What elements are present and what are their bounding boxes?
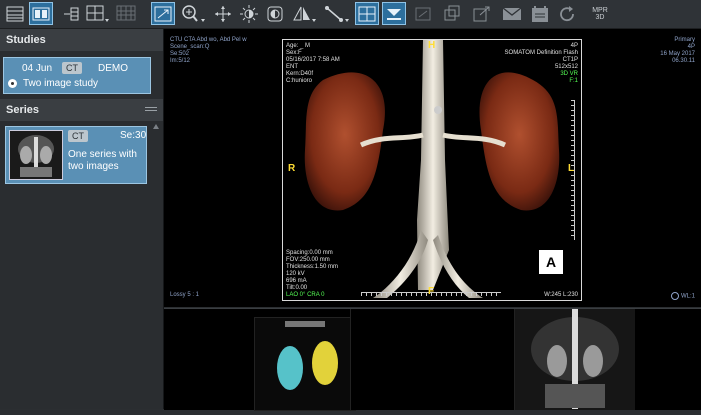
pan-icon[interactable]	[212, 2, 234, 25]
main-viewport[interactable]: CTU CTA Abd wo, Abd Pel w Scene_scan:Q S…	[164, 29, 701, 307]
orientation-right-label: L	[568, 163, 575, 174]
studies-header: Studies	[0, 29, 163, 51]
series-header-label: Series	[6, 104, 40, 116]
grid-icon[interactable]	[85, 2, 111, 25]
viewport-bottom-2[interactable]	[350, 309, 515, 410]
rotate-icon[interactable]	[556, 2, 580, 25]
viewport-bottom-3[interactable]	[514, 309, 701, 410]
inner-overlay-bottom-right: W:245 L:230	[544, 292, 578, 298]
series-description-line1: One series with	[68, 149, 137, 160]
overlay-top-right: Primary 4P 16 May 2017 06.30.11	[660, 37, 695, 64]
window-level-icon[interactable]	[238, 2, 260, 25]
study-item[interactable]: 04 Jun CT DEMO Two image study	[3, 57, 151, 94]
study-status-icon	[8, 79, 17, 88]
measure-icon[interactable]	[323, 2, 351, 25]
crosshair-icon[interactable]	[355, 2, 379, 25]
study-patient: DEMO	[98, 63, 128, 74]
grid-disabled-icon[interactable]	[115, 2, 141, 25]
layout-icon[interactable]	[29, 2, 53, 25]
mip-viewport[interactable]	[515, 309, 635, 410]
flip-icon[interactable]	[291, 2, 317, 25]
series-header: Series	[0, 99, 163, 121]
3d-render-image[interactable]: Age: _ M Sex:F 05/16/2017 7:58 AM ENT Ke…	[282, 39, 582, 301]
segmentation-viewport[interactable]	[254, 317, 356, 411]
sidebar: Studies 04 Jun CT DEMO Two image study S…	[0, 29, 164, 409]
study-modality-badge: CT	[62, 62, 82, 74]
series-modality-badge: CT	[68, 130, 88, 142]
report-icon[interactable]	[528, 2, 552, 25]
series-number: Se:30	[120, 130, 147, 141]
orientation-bottom-label: F	[428, 286, 435, 297]
cine-icon[interactable]	[412, 2, 434, 25]
inner-overlay-top-left: Age: _ M Sex:F 05/16/2017 7:58 AM ENT Ke…	[286, 43, 340, 84]
inner-overlay-bottom-left: Spacing:0.00 mm FOV:250.00 mm Thickness:…	[286, 250, 339, 298]
overlay-top-left: CTU CTA Abd wo, Abd Pel w Scene_scan:Q S…	[170, 37, 247, 64]
zoom-icon[interactable]	[180, 2, 208, 25]
study-description: Two image study	[23, 78, 99, 89]
wl-icon	[671, 292, 680, 300]
overlay-bottom-right: WL:1	[671, 292, 695, 301]
orientation-left-label: R	[288, 163, 296, 174]
toolbar: MPR 3D	[0, 0, 701, 29]
mpr-3d-icon[interactable]: MPR 3D	[585, 2, 615, 25]
scroll-up-icon[interactable]	[153, 124, 159, 129]
share-icon[interactable]	[470, 2, 494, 25]
overlay-icon[interactable]	[441, 2, 463, 25]
orientation-top-label: H	[428, 40, 436, 51]
series-layout-icon[interactable]	[60, 2, 82, 25]
series-thumbnail	[9, 130, 63, 180]
reference-lines-icon[interactable]	[382, 2, 406, 25]
invert-icon[interactable]	[264, 2, 286, 25]
series-description-line2: two images	[68, 161, 119, 172]
orientation-cube[interactable]: A	[539, 250, 563, 274]
study-date: 04 Jun	[22, 63, 53, 74]
series-item[interactable]: CT Se:30 One series with two images	[5, 126, 147, 184]
overlay-bottom-left: Lossy 5 : 1	[170, 292, 200, 298]
thumbnail-strip	[164, 308, 701, 411]
studies-list-icon[interactable]	[4, 2, 26, 25]
mail-icon[interactable]	[500, 2, 524, 25]
fit-icon[interactable]	[151, 2, 175, 25]
collapse-icon[interactable]	[145, 107, 157, 108]
viewport-bottom-1[interactable]	[164, 309, 356, 411]
inner-overlay-top-right: 4P SOMATOM Definition Flash CT1P 512x512…	[504, 43, 578, 84]
